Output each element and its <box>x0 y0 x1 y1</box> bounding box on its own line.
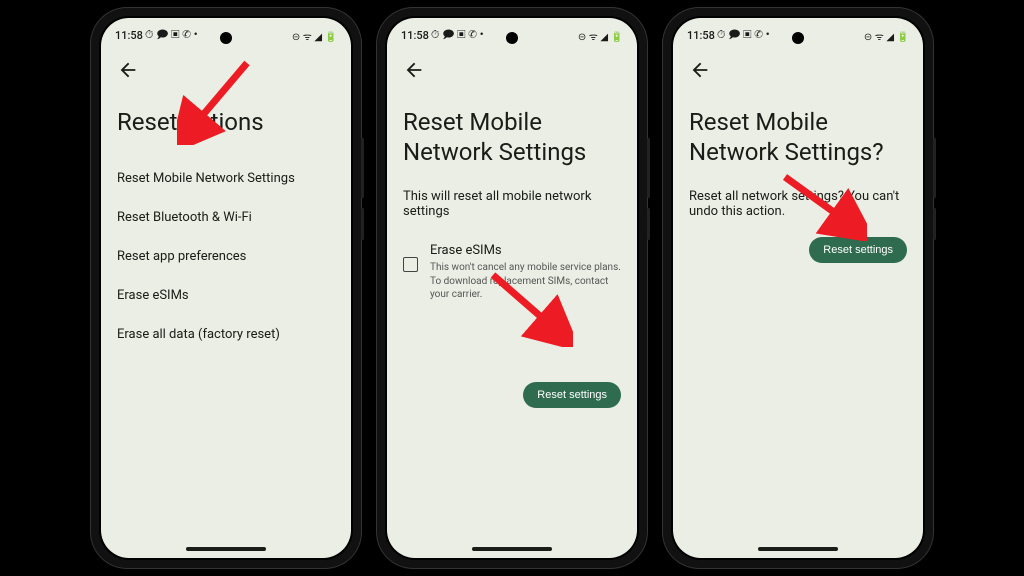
item-reset-bluetooth-wifi[interactable]: Reset Bluetooth & Wi-Fi <box>117 198 335 237</box>
status-right-icons: ⊝ ᯤ ◢ 🔋 <box>292 29 337 43</box>
back-button[interactable] <box>387 49 637 91</box>
power-button <box>933 208 936 240</box>
description: This will reset all mobile network setti… <box>403 189 621 219</box>
status-time: 11:58 <box>687 29 715 42</box>
nav-handle[interactable] <box>758 547 838 551</box>
item-erase-esims[interactable]: Erase eSIMs <box>117 276 335 315</box>
volume-button <box>647 138 650 198</box>
annotation-arrow <box>483 267 573 347</box>
status-right-icons: ⊝ ᯤ ◢ 🔋 <box>578 29 623 43</box>
camera-hole <box>506 32 518 44</box>
status-left-icons: ⏱ 🗩 ▣ ✆ • <box>145 26 198 45</box>
page-title: Reset Mobile Network Settings <box>403 107 621 167</box>
back-button[interactable] <box>673 49 923 91</box>
annotation-arrow <box>177 55 257 145</box>
volume-button <box>361 138 364 198</box>
phone-mockup-3: 11:58 ⏱ 🗩 ▣ ✆ • ⊝ ᯤ ◢ 🔋 Reset Mobile Net… <box>663 8 933 568</box>
back-arrow-icon <box>689 59 711 81</box>
nav-handle[interactable] <box>186 547 266 551</box>
camera-hole <box>220 32 232 44</box>
power-button <box>647 208 650 240</box>
power-button <box>361 208 364 240</box>
status-time: 11:58 <box>401 29 429 42</box>
annotation-arrow <box>777 169 867 241</box>
status-left-icons: ⏱ 🗩 ▣ ✆ • <box>717 26 770 45</box>
back-arrow-icon <box>117 59 139 81</box>
phone-mockup-1: 11:58 ⏱ 🗩 ▣ ✆ • ⊝ ᯤ ◢ 🔋 Reset options Re… <box>91 8 361 568</box>
item-erase-all-data[interactable]: Erase all data (factory reset) <box>117 315 335 354</box>
camera-hole <box>792 32 804 44</box>
status-time: 11:58 <box>115 29 143 42</box>
option-title: Erase eSIMs <box>430 243 621 258</box>
phone-mockup-2: 11:58 ⏱ 🗩 ▣ ✆ • ⊝ ᯤ ◢ 🔋 Reset Mobile Net… <box>377 8 647 568</box>
item-reset-mobile-network[interactable]: Reset Mobile Network Settings <box>117 159 335 198</box>
erase-esims-checkbox[interactable] <box>403 257 418 272</box>
reset-settings-button[interactable]: Reset settings <box>523 382 621 408</box>
status-left-icons: ⏱ 🗩 ▣ ✆ • <box>431 26 484 45</box>
nav-handle[interactable] <box>472 547 552 551</box>
volume-button <box>933 138 936 198</box>
item-reset-app-prefs[interactable]: Reset app preferences <box>117 237 335 276</box>
page-title: Reset Mobile Network Settings? <box>689 107 907 167</box>
status-right-icons: ⊝ ᯤ ◢ 🔋 <box>864 29 909 43</box>
back-arrow-icon <box>403 59 425 81</box>
